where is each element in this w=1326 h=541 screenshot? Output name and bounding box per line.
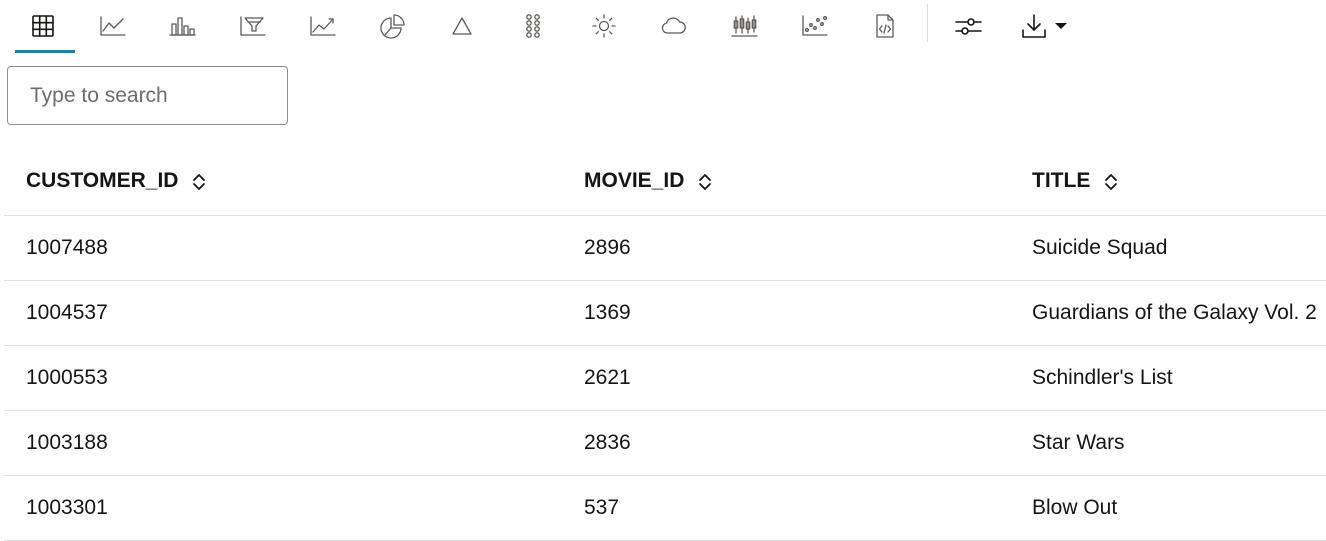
funnel-chart-button[interactable] <box>222 0 282 52</box>
pie-chart-icon <box>380 14 405 39</box>
caret-down-icon <box>1055 23 1067 29</box>
visualization-toolbar <box>0 0 1326 56</box>
table-row[interactable]: 1003301 537 Blow Out <box>4 475 1326 541</box>
cell-title: Suicide Squad <box>1010 215 1326 281</box>
area-chart-button[interactable] <box>292 0 352 52</box>
table-row[interactable]: 1000553 2621 Schindler's List <box>4 345 1326 411</box>
table-header-row: CUSTOMER_ID MOVIE_ID TITLE <box>4 148 1326 216</box>
column-header-movie-id[interactable]: MOVIE_ID <box>562 148 1010 216</box>
code-file-icon <box>876 14 894 38</box>
toolbar-separator <box>927 4 928 42</box>
box-plot-icon <box>731 15 758 37</box>
sun-burst-icon <box>592 14 616 38</box>
line-chart-button[interactable] <box>82 0 142 52</box>
cell-customer-id: 1000553 <box>4 345 562 411</box>
sort-icon[interactable] <box>698 171 712 193</box>
results-table: CUSTOMER_ID MOVIE_ID TITLE 1007488 2896 … <box>4 148 1326 541</box>
bar-chart-button[interactable] <box>152 0 212 52</box>
pyramid-icon <box>452 17 472 35</box>
cell-title: Guardians of the Galaxy Vol. 2 <box>1010 280 1326 346</box>
scatter-plot-button[interactable] <box>784 0 844 52</box>
cell-customer-id: 1003188 <box>4 410 562 476</box>
funnel-chart-icon <box>240 16 266 36</box>
settings-sliders-icon <box>955 18 982 35</box>
download-icon <box>1022 14 1046 38</box>
column-header-label: MOVIE_ID <box>584 169 685 193</box>
cell-customer-id: 1004537 <box>4 280 562 346</box>
settings-button[interactable] <box>938 0 998 52</box>
column-header-title[interactable]: TITLE <box>1010 148 1326 216</box>
sort-icon[interactable] <box>1104 171 1118 193</box>
cell-customer-id: 1007488 <box>4 215 562 281</box>
cloud-icon <box>661 17 686 34</box>
table-row[interactable]: 1004537 1369 Guardians of the Galaxy Vol… <box>4 280 1326 346</box>
search-input[interactable] <box>7 66 288 125</box>
download-menu-button[interactable] <box>1005 0 1075 52</box>
scatter-plot-icon <box>802 15 828 36</box>
cell-movie-id: 537 <box>562 475 1010 541</box>
sort-icon[interactable] <box>192 171 206 193</box>
cell-movie-id: 2621 <box>562 345 1010 411</box>
pie-chart-button[interactable] <box>362 0 422 52</box>
table-view-button[interactable] <box>13 0 73 52</box>
table-row[interactable]: 1007488 2896 Suicide Squad <box>4 215 1326 281</box>
cell-title: Blow Out <box>1010 475 1326 541</box>
cell-title: Star Wars <box>1010 410 1326 476</box>
cell-movie-id: 2836 <box>562 410 1010 476</box>
code-view-button[interactable] <box>855 0 915 52</box>
table-row[interactable]: 1003188 2836 Star Wars <box>4 410 1326 476</box>
cell-movie-id: 2896 <box>562 215 1010 281</box>
cell-title: Schindler's List <box>1010 345 1326 411</box>
column-header-customer-id[interactable]: CUSTOMER_ID <box>4 148 562 216</box>
column-header-label: TITLE <box>1032 169 1091 193</box>
sunburst-chart-button[interactable] <box>574 0 634 52</box>
column-header-label: CUSTOMER_ID <box>26 169 179 193</box>
table-icon <box>32 15 54 37</box>
cell-movie-id: 1369 <box>562 280 1010 346</box>
pyramid-chart-button[interactable] <box>432 0 492 52</box>
bar-chart-icon <box>169 17 196 36</box>
word-cloud-button[interactable] <box>643 0 703 52</box>
active-tab-indicator <box>15 50 75 53</box>
dots-grid-icon <box>526 14 540 38</box>
cell-customer-id: 1003301 <box>4 475 562 541</box>
dots-chart-button[interactable] <box>503 0 563 52</box>
box-plot-button[interactable] <box>714 0 774 52</box>
line-chart-icon <box>100 16 126 36</box>
area-chart-icon <box>310 16 336 36</box>
